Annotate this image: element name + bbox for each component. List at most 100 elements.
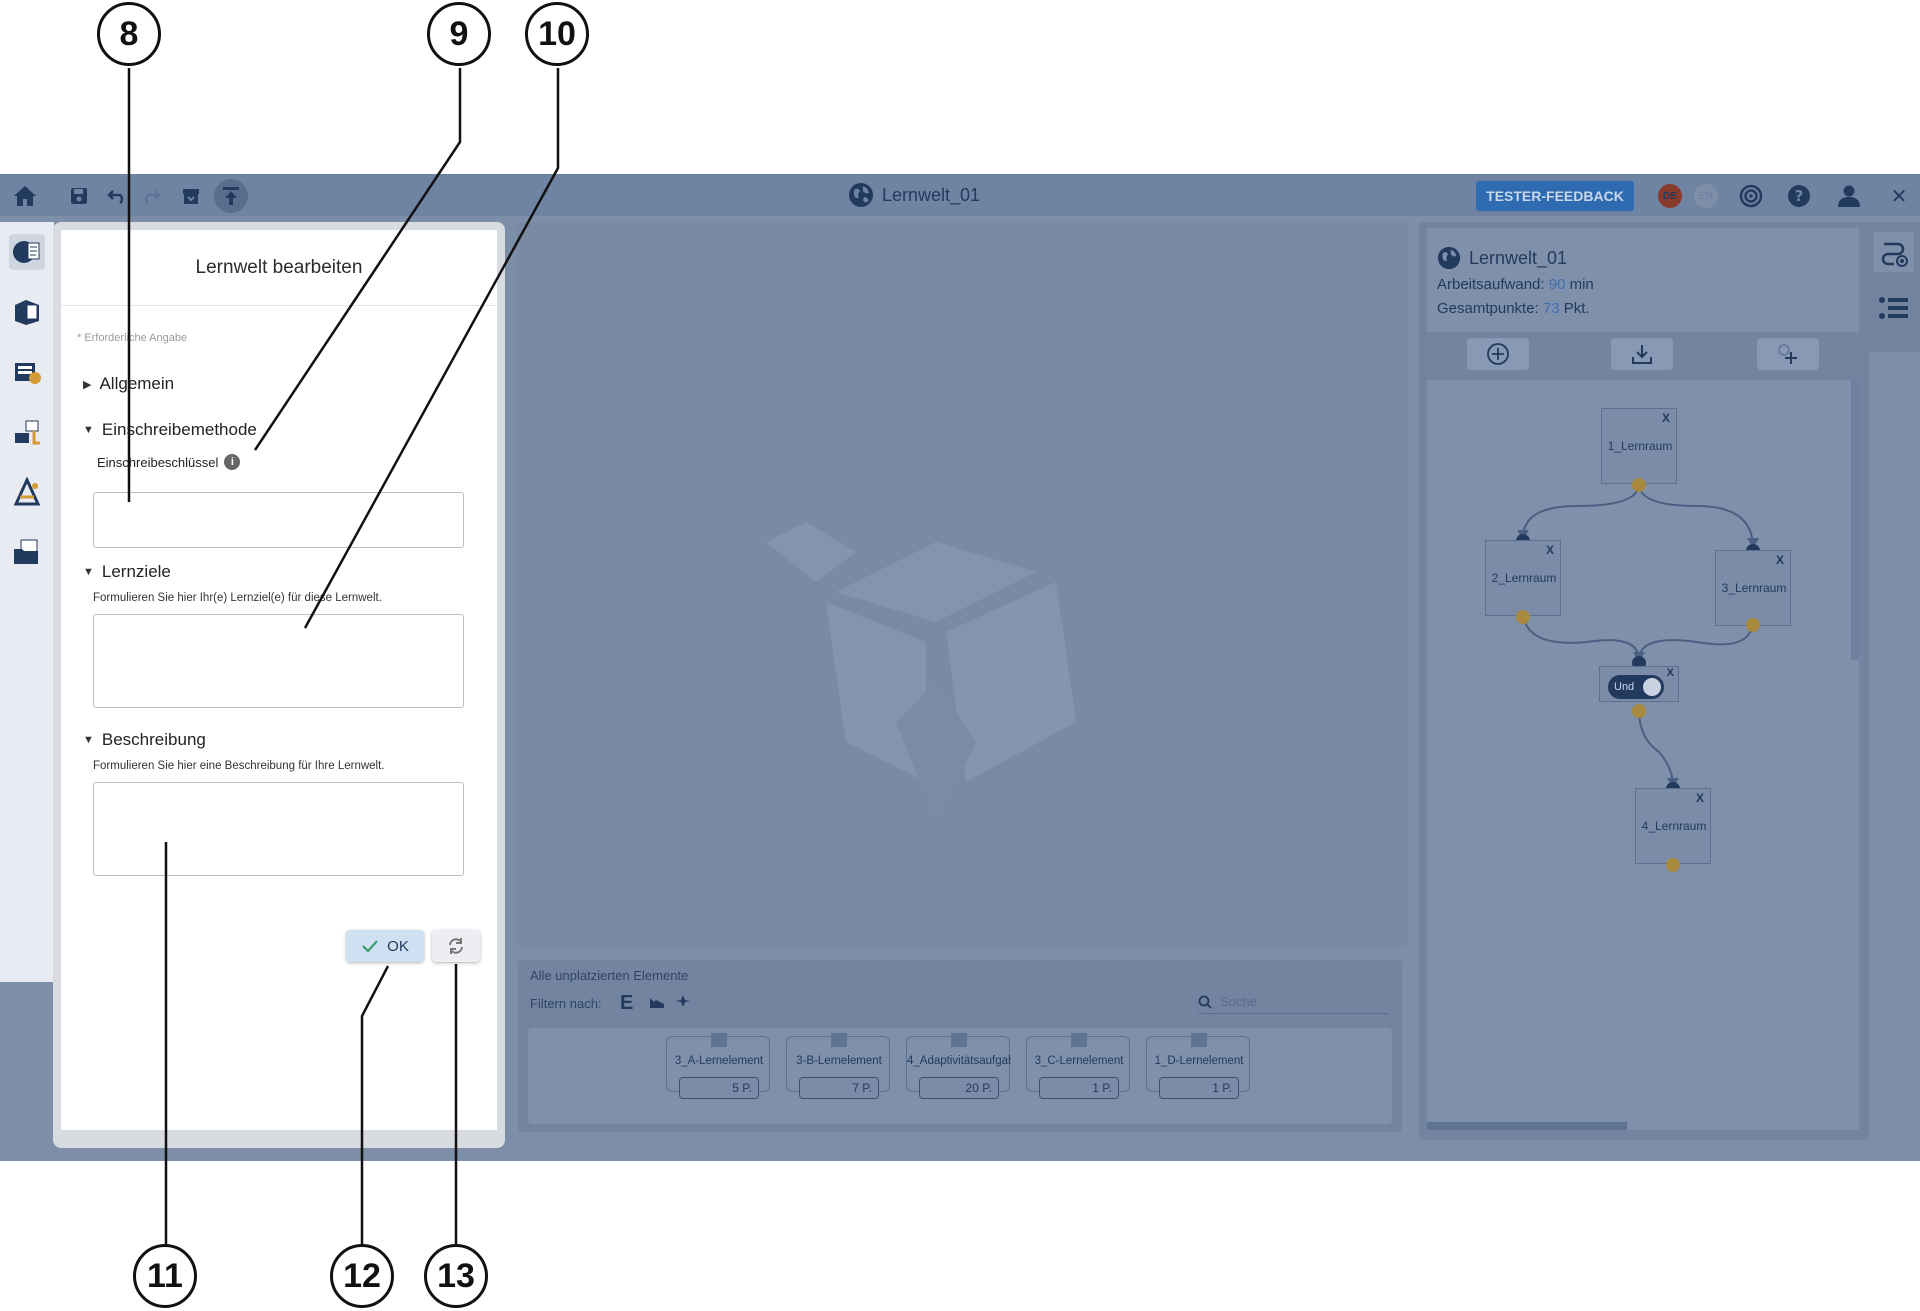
condition-node[interactable]: X Und [1599,666,1679,702]
filter-label: Filtern nach: [530,996,602,1011]
dialog-title: Lernwelt bearbeiten [61,230,497,306]
outbound-plus-icon[interactable] [1746,618,1760,632]
unplaced-title: Alle unplatzierten Elemente [530,968,689,983]
save-icon[interactable] [64,181,94,211]
vertical-scrollbar[interactable] [1851,380,1859,660]
workload-unit: min [1569,276,1594,293]
tester-feedback-button[interactable]: TESTER-FEEDBACK [1476,181,1634,211]
info-icon[interactable]: i [224,454,241,470]
undo-icon[interactable] [102,181,132,211]
enrollment-key-input[interactable] [93,492,464,548]
target-icon[interactable] [1736,181,1766,211]
world-canvas[interactable] [516,222,1408,947]
learning-goals-icon[interactable] [9,474,45,510]
element-points: 7 P. [799,1077,879,1099]
plus-circle-icon [1487,343,1509,365]
ok-button[interactable]: OK [346,930,424,962]
app-window: Lernwelt_01 TESTER-FEEDBACK DE EN ? ✕ Le… [0,174,1920,1161]
outbound-plus-icon[interactable] [1632,478,1646,492]
workload-line: Arbeitsaufwand: 90 min [1437,276,1594,293]
workload-value: 90 [1548,276,1566,293]
world-info-title: Lernwelt_01 [1437,246,1567,270]
lang-en-flag[interactable]: EN [1694,184,1718,208]
callout-11: 11 [133,1244,197,1308]
unplaced-element-card[interactable]: 3_C-Lernelement 1 P. [1026,1033,1130,1099]
element-icon[interactable] [9,354,45,390]
element-points: 1 P. [1159,1077,1239,1099]
home-icon[interactable] [10,181,40,211]
points-value: 73 [1542,300,1560,317]
node-delete-icon[interactable]: X [1546,543,1554,557]
outbound-plus-icon[interactable] [1666,858,1680,872]
upload-icon[interactable] [214,179,248,213]
help-icon[interactable]: ? [1784,181,1814,211]
close-icon[interactable]: ✕ [1884,181,1914,211]
node-delete-icon[interactable]: X [1662,411,1670,425]
workload-label: Arbeitsaufwand: [1437,276,1545,293]
element-label: 3_A-Lernelement [674,1055,764,1067]
graph-node[interactable]: X 4_Lernraum [1635,788,1711,864]
globe-icon [849,183,873,207]
learning-path-icon[interactable] [1874,232,1914,272]
learning-path-graph[interactable]: X 1_Lernraum X 2_Lernraum X 3_Lernraum X… [1427,380,1859,1130]
app-title: Lernwelt_01 [848,174,980,216]
unplaced-element-card[interactable]: 1_D-Lernelement 1 P. [1146,1033,1250,1099]
archive-icon[interactable] [176,181,206,211]
search-field[interactable]: Suche [1198,990,1388,1014]
add-space-button[interactable] [1467,338,1529,370]
add-condition-button[interactable] [1757,338,1819,370]
caret-down-icon: ▼ [83,734,94,746]
reset-button[interactable] [432,930,480,962]
import-button[interactable] [1611,338,1673,370]
goals-hint: Formulieren Sie hier Ihr(e) Lernziel(e) … [93,592,382,604]
element-label: 1_D-Lernelement [1154,1055,1244,1067]
node-label: 3_Lernraum [1721,581,1787,595]
outbound-plus-icon[interactable] [1632,704,1646,718]
unplaced-tray: 3_A-Lernelement 5 P. 3-B-Lernelement 7 P… [528,1028,1392,1124]
graph-node[interactable]: X 1_Lernraum [1601,408,1677,484]
and-or-toggle[interactable]: Und [1608,675,1664,699]
section-enrollment-label: Einschreibemethode [101,420,257,439]
graph-connections [1517,483,1759,788]
list-view-icon[interactable] [1874,290,1914,330]
node-delete-icon[interactable]: X [1776,553,1784,567]
adaptivity-icon[interactable] [9,414,45,450]
node-delete-icon[interactable]: X [1667,667,1674,679]
lang-de-flag[interactable]: DE [1658,184,1682,208]
graph-node[interactable]: X 3_Lernraum [1715,550,1791,626]
node-label: 1_Lernraum [1607,439,1673,453]
unplaced-element-card[interactable]: 4_Adaptivitätsaufgabe 20 P. [906,1033,1011,1099]
space-icon[interactable] [9,294,45,330]
app-title-text: Lernwelt_01 [882,184,981,205]
filter-elements-icon[interactable]: E [620,992,633,1015]
caret-down-icon: ▼ [83,566,94,578]
element-type-icon [831,1033,847,1047]
graph-node[interactable]: X 2_Lernraum [1485,540,1561,616]
section-goals[interactable]: ▼ Lernziele [83,562,171,582]
element-type-icon [1191,1033,1207,1047]
user-icon[interactable] [1834,181,1864,211]
unplaced-element-card[interactable]: 3_A-Lernelement 5 P. [666,1033,770,1099]
description-textarea[interactable] [93,782,464,876]
add-path-icon [1778,344,1797,364]
folder-icon[interactable] [9,534,45,570]
filter-story-icon[interactable] [648,994,666,1015]
redo-icon[interactable] [136,181,166,211]
horizontal-scrollbar[interactable] [1427,1122,1627,1130]
callout-13: 13 [424,1244,488,1308]
goals-textarea[interactable] [93,614,464,708]
world-view-icon[interactable] [9,234,45,270]
unplaced-element-card[interactable]: 3-B-Lernelement 7 P. [786,1033,890,1099]
section-general[interactable]: ▶ Allgemein [83,374,174,394]
condition-label: Und [1614,681,1635,693]
section-description[interactable]: ▼ Beschreibung [83,730,206,750]
element-label: 3-B-Lernelement [796,1055,882,1067]
search-placeholder: Suche [1220,994,1257,1009]
node-delete-icon[interactable]: X [1696,791,1704,805]
ok-button-label: OK [387,937,409,955]
outbound-plus-icon[interactable] [1516,610,1530,624]
section-enrollment[interactable]: ▼ Einschreibemethode [83,420,257,440]
filter-adaptivity-icon[interactable] [674,992,692,1015]
world-info: Lernwelt_01 Arbeitsaufwand: 90 min Gesam… [1427,228,1859,332]
element-type-icon [711,1033,727,1047]
